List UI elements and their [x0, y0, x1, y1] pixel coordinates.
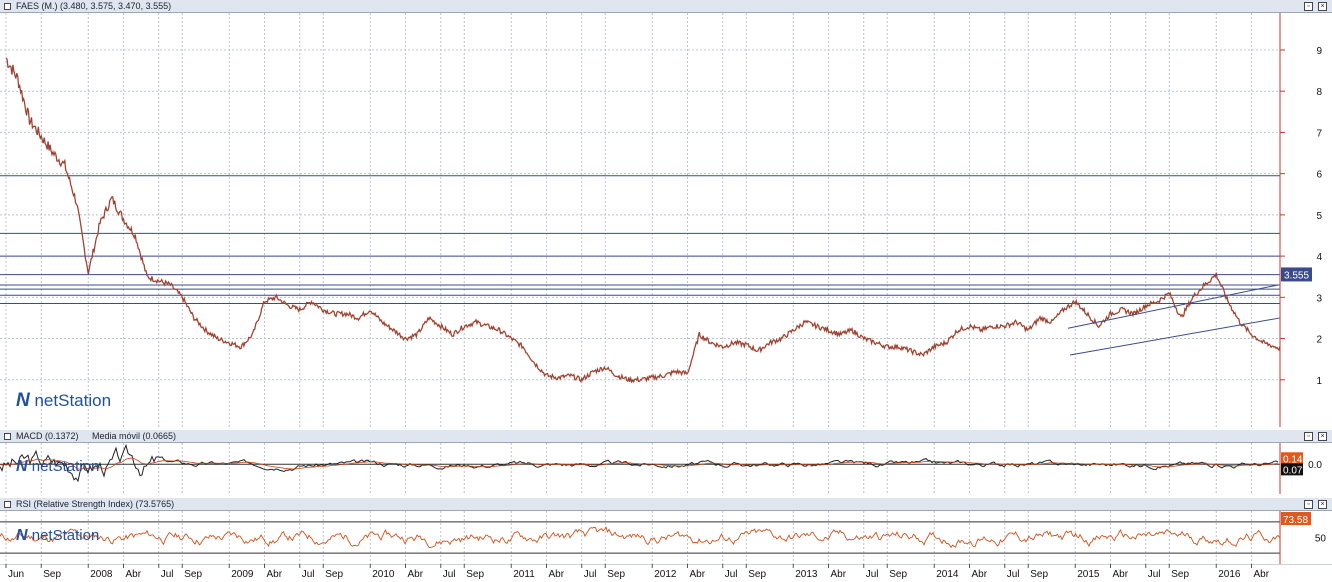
x-tick-label: Sep	[889, 569, 907, 580]
price-series-shadow	[5, 58, 1287, 383]
pane-square-icon	[4, 501, 11, 508]
macd-pane[interactable]: MACD (0.1372) Media móvil (0.0665) ▫ × 0…	[0, 430, 1332, 494]
x-tick-label: Abr	[408, 569, 424, 580]
channel-upper-line	[1067, 284, 1279, 329]
x-tick-label: 2009	[231, 569, 254, 580]
x-tick-label: Abr	[831, 569, 847, 580]
y-tick-label: 2	[1316, 335, 1322, 346]
x-tick-label: Abr	[126, 569, 142, 580]
x-tick-label: Jul	[725, 569, 738, 580]
x-tick-label: 2012	[654, 569, 677, 580]
x-tick-label: Abr	[1113, 569, 1129, 580]
x-tick-label: 2010	[372, 569, 395, 580]
restore-icon[interactable]: ▫	[1304, 432, 1313, 441]
macd-signal-line	[0, 457, 1279, 470]
y-tick-label: 9	[1316, 46, 1322, 57]
y-tick-label: 8	[1316, 87, 1322, 98]
price-pane-header: FAES (M.) (3.480, 3.575, 3.470, 3.555) ▫…	[0, 0, 1332, 13]
x-tick-label: Jul	[866, 569, 879, 580]
x-tick-label: Jul	[161, 569, 174, 580]
x-tick-label: Sep	[466, 569, 484, 580]
logo-text: netStation	[34, 391, 112, 410]
x-tick-label: Sep	[1030, 569, 1048, 580]
restore-icon[interactable]: ▫	[1304, 500, 1313, 509]
close-icon[interactable]: ×	[1318, 432, 1327, 441]
x-tick-label: 2013	[795, 569, 818, 580]
netstation-logo: N netStation	[16, 527, 100, 544]
price-series-line	[5, 57, 1287, 384]
y-tick-label: 1	[1316, 376, 1322, 387]
rsi-axis-label: 50	[1315, 534, 1327, 545]
close-icon[interactable]: ×	[1318, 500, 1327, 509]
y-tick-label: 5	[1316, 211, 1322, 222]
x-tick-label: 2008	[90, 569, 113, 580]
x-tick-label: Jul	[302, 569, 315, 580]
y-tick-label: 7	[1316, 128, 1322, 139]
x-tick-label: Jun	[8, 569, 24, 580]
macd-line	[0, 443, 1279, 483]
x-tick-label: Sep	[1171, 569, 1189, 580]
logo-text: netStation	[31, 527, 100, 544]
rsi-pane-title: RSI (Relative Strength Index) (73.5765)	[16, 499, 175, 509]
close-icon[interactable]: ×	[1318, 2, 1327, 11]
price-pane[interactable]: FAES (M.) (3.480, 3.575, 3.470, 3.555) ▫…	[0, 0, 1332, 427]
rsi-value-label: 73.58	[1283, 515, 1308, 526]
x-tick-label: Sep	[325, 569, 343, 580]
macd-axis-label: 0.0	[1308, 460, 1322, 471]
price-pane-title: FAES (M.) (3.480, 3.575, 3.470, 3.555)	[16, 1, 172, 11]
x-tick-label: Sep	[748, 569, 766, 580]
x-tick-label: 2011	[513, 569, 535, 580]
restore-icon[interactable]: ▫	[1304, 2, 1313, 11]
x-tick-label: Abr	[549, 569, 565, 580]
netstation-logo: N netStation	[16, 458, 100, 475]
price-chart: 1 2 3 4 5 6 7 8 9 3.555	[0, 13, 1332, 427]
axis-bg	[1280, 13, 1332, 427]
x-tick-label: Jul	[584, 569, 597, 580]
y-tick-label: 3	[1316, 293, 1322, 304]
x-tick-label: Abr	[267, 569, 283, 580]
x-tick-label: 2015	[1077, 569, 1100, 580]
x-tick-label: Sep	[43, 569, 61, 580]
rsi-pane[interactable]: RSI (Relative Strength Index) (73.5765) …	[0, 498, 1332, 564]
x-tick-label: Abr	[972, 569, 988, 580]
netstation-logo: N netStation	[16, 390, 112, 411]
macd-pane-header: MACD (0.1372) Media móvil (0.0665) ▫ ×	[0, 430, 1332, 443]
x-tick-label: Abr	[1254, 569, 1270, 580]
x-tick-label: 2014	[936, 569, 959, 580]
y-tick-label: 4	[1316, 252, 1322, 263]
pane-square-icon	[4, 3, 11, 10]
x-tick-label: 2016	[1218, 569, 1241, 580]
x-tick-label: Sep	[184, 569, 202, 580]
macd-chart: 0.00.140.07	[0, 443, 1332, 494]
x-tick-label: Jul	[1148, 569, 1161, 580]
rsi-chart: 50 73.58	[0, 511, 1332, 564]
x-tick-label: Sep	[607, 569, 625, 580]
signal-value-label: 0.07	[1283, 465, 1303, 476]
rsi-line	[0, 526, 1280, 549]
pane-square-icon	[4, 433, 11, 440]
x-axis: Jun Sep 2008 Abr Jul Sep 2009 Abr Jul Sep 2010 Abr J…	[0, 564, 1332, 580]
x-tick-label: Abr	[690, 569, 706, 580]
logo-text: netStation	[31, 458, 100, 475]
last-price-label: 3.555	[1284, 270, 1309, 281]
x-tick-label: Jul	[1007, 569, 1020, 580]
macd-signal-title: Media móvil (0.0665)	[92, 431, 177, 441]
macd-pane-title: MACD (0.1372)	[16, 431, 79, 441]
x-tick-label: Jul	[443, 569, 456, 580]
y-tick-label: 6	[1316, 170, 1322, 181]
rsi-pane-header: RSI (Relative Strength Index) (73.5765) …	[0, 498, 1332, 511]
